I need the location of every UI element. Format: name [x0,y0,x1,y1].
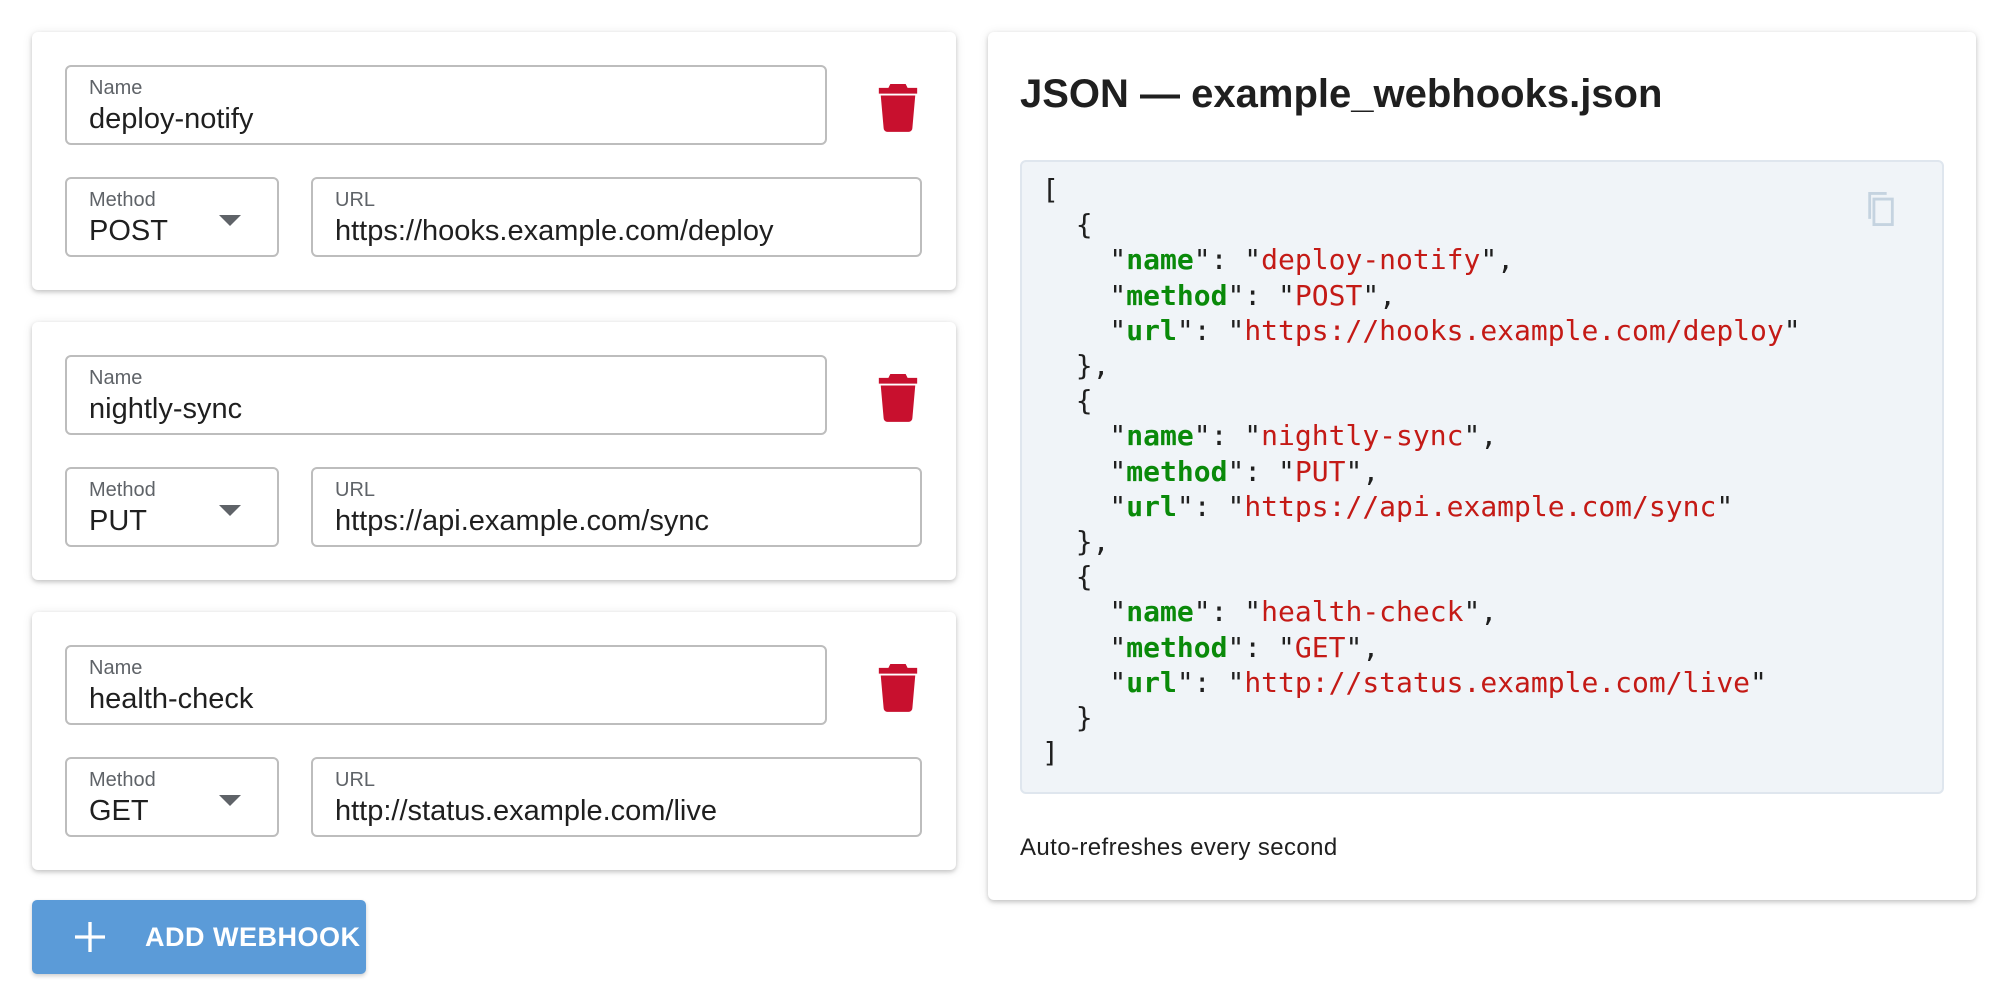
name-value[interactable]: health-check [89,679,803,719]
json-string: http://status.example.com/live [1244,665,1751,699]
json-string: PUT [1294,454,1346,488]
name-field[interactable]: Name health-check [65,645,827,725]
method-select[interactable]: Method POST [65,177,279,257]
refresh-note: Auto-refreshes every second [1020,834,1338,861]
add-webhook-label: ADD WEBHOOK [145,921,361,952]
json-key: name [1126,419,1194,453]
json-code: [ { "name": "deploy-notify", "method": "… [1042,173,1801,770]
chevron-down-icon [219,795,241,806]
url-value[interactable]: http://status.example.com/live [335,791,898,831]
add-webhook-button[interactable]: ADD WEBHOOK [32,900,366,974]
json-string: POST [1294,278,1363,312]
trash-icon[interactable] [875,372,921,422]
json-string: GET [1294,630,1346,664]
method-label: Method [89,479,156,501]
url-field[interactable]: URL https://api.example.com/sync [311,467,922,547]
url-label: URL [335,189,376,211]
json-string: health-check [1261,595,1464,629]
url-label: URL [335,479,376,501]
url-field[interactable]: URL https://hooks.example.com/deploy [311,177,922,257]
name-field[interactable]: Name nightly-sync [65,355,827,435]
method-select[interactable]: Method PUT [65,467,279,547]
url-value[interactable]: https://hooks.example.com/deploy [335,211,898,251]
json-key: name [1126,595,1194,629]
json-string: nightly-sync [1261,419,1464,453]
json-string: deploy-notify [1261,243,1481,277]
plus-icon [75,922,105,952]
json-key: url [1126,313,1177,347]
name-label: Name [89,367,143,389]
webhook-list: Name deploy-notify Method POST URL https… [32,32,956,902]
webhook-card: Name nightly-sync Method PUT URL https:/… [32,322,956,580]
json-key: method [1126,454,1228,488]
name-value[interactable]: deploy-notify [89,99,803,139]
json-string: https://hooks.example.com/deploy [1244,313,1784,347]
trash-icon[interactable] [875,662,921,712]
json-key: method [1126,630,1228,664]
trash-icon[interactable] [875,82,921,132]
json-key: url [1126,489,1177,523]
name-value[interactable]: nightly-sync [89,389,803,429]
name-label: Name [89,77,143,99]
webhook-card: Name health-check Method GET URL http://… [32,612,956,870]
json-code-block: [ { "name": "deploy-notify", "method": "… [1020,160,1944,794]
method-label: Method [89,769,156,791]
json-preview-panel: JSON — example_webhooks.json [ { "name":… [988,32,1976,900]
url-label: URL [335,769,376,791]
url-value[interactable]: https://api.example.com/sync [335,501,898,541]
copy-icon[interactable] [1864,190,1898,228]
name-label: Name [89,657,143,679]
json-key: url [1126,665,1177,699]
method-select[interactable]: Method GET [65,757,279,837]
webhook-card: Name deploy-notify Method POST URL https… [32,32,956,290]
json-panel-title: JSON — example_webhooks.json [1020,72,1663,116]
chevron-down-icon [219,505,241,516]
json-key: method [1126,278,1228,312]
name-field[interactable]: Name deploy-notify [65,65,827,145]
json-string: https://api.example.com/sync [1244,489,1717,523]
method-label: Method [89,189,156,211]
chevron-down-icon [219,215,241,226]
json-key: name [1126,243,1194,277]
url-field[interactable]: URL http://status.example.com/live [311,757,922,837]
